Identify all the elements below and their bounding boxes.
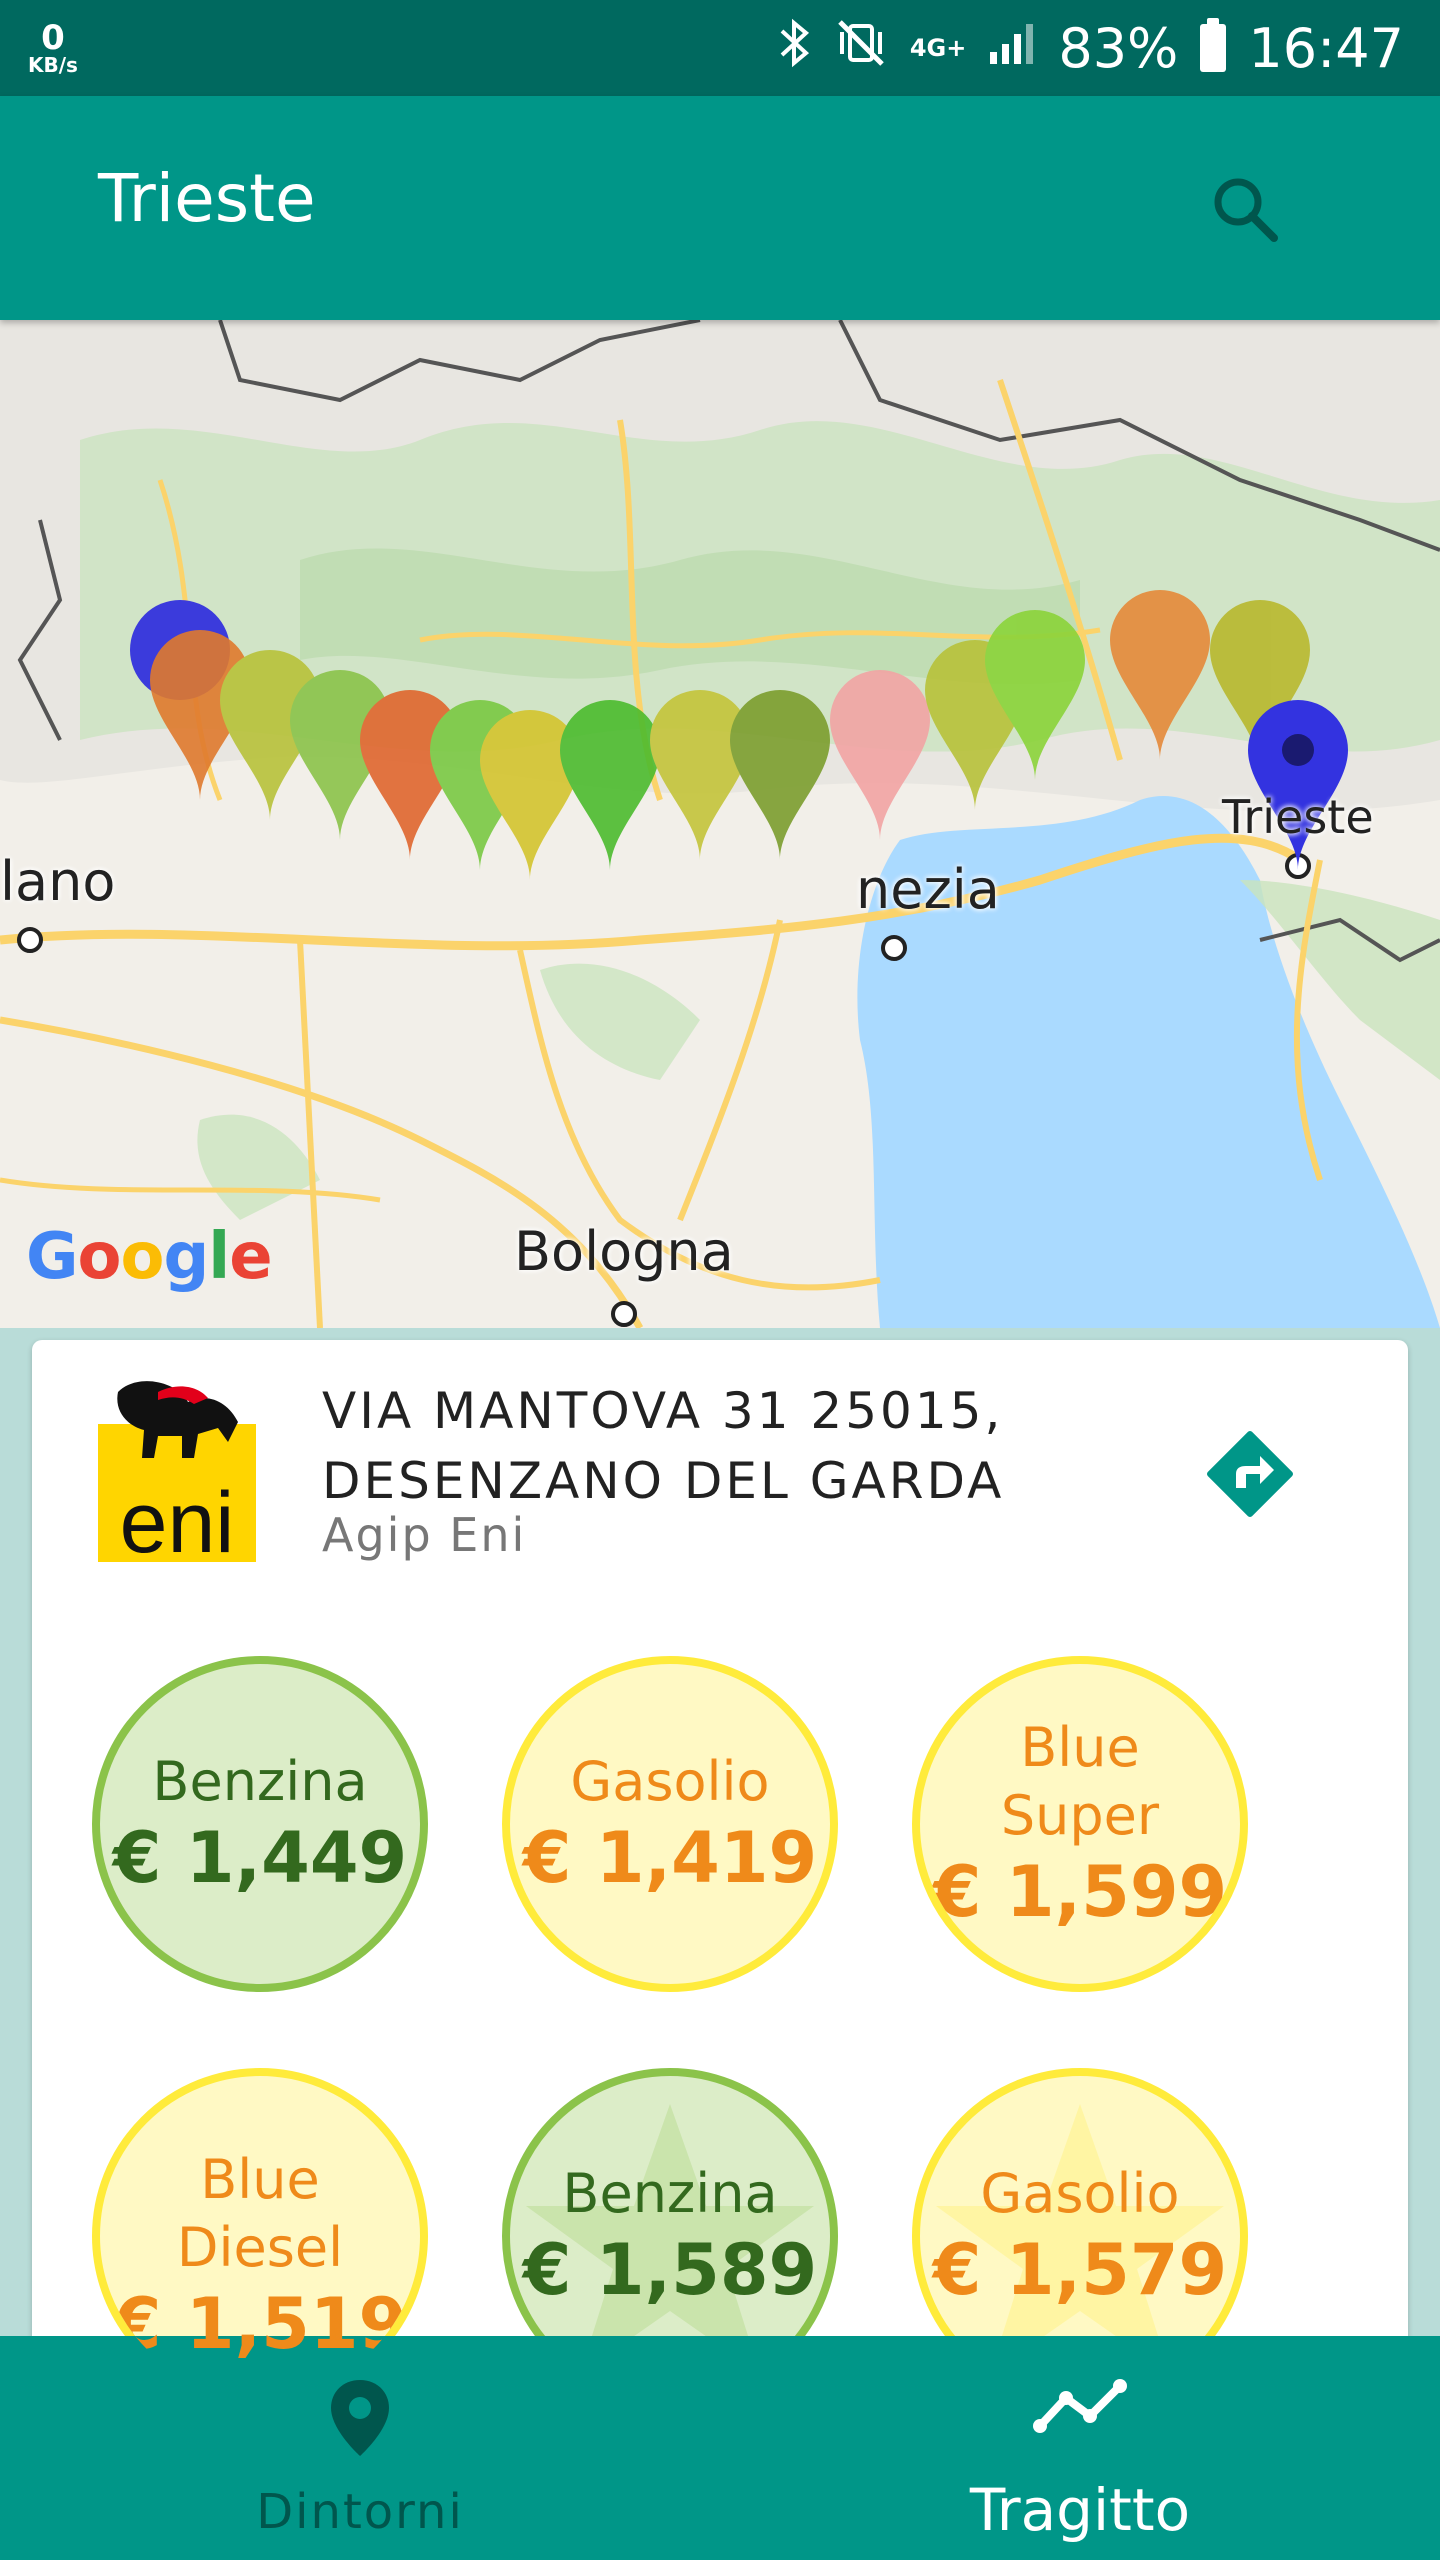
price-gasolio[interactable]: Gasolio € 1,419 <box>502 1656 838 1992</box>
station-address-line1: VIA MANTOVA 31 25015, <box>322 1382 1004 1440</box>
network-speed-unit: KB/s <box>28 53 78 77</box>
network-speed-value: 0 <box>41 18 65 58</box>
station-address-line2: DESENZANO DEL GARDA <box>322 1452 1005 1510</box>
station-brand: Agip Eni <box>322 1508 527 1562</box>
price-benzina-premium[interactable]: Benzina € 1,589 <box>502 2068 838 2370</box>
status-icons: 4G+ 83% 16:47 <box>778 17 1404 80</box>
eni-logo: eni <box>98 1372 256 1571</box>
fuel-price-value: € 1,449 <box>112 1817 408 1899</box>
clock: 16:47 <box>1248 16 1404 80</box>
fuel-type-label: Gasolio <box>980 2162 1180 2225</box>
directions-icon <box>1207 1431 1293 1517</box>
route-map[interactable]: lano nezia Trieste Bologna Google <box>0 320 1440 1328</box>
network-speed: 0 KB/s <box>28 21 78 75</box>
fuel-price-value: € 1,579 <box>932 2229 1228 2311</box>
route-trend-icon <box>1033 2379 1127 2433</box>
nav-label-dintorni: Dintorni <box>256 2484 464 2540</box>
google-attribution-logo: Google <box>26 1220 273 1294</box>
search-icon <box>1214 178 1278 242</box>
price-blue-super[interactable]: Blue Super € 1,599 <box>912 1656 1248 1992</box>
map-label-trieste: Trieste <box>1222 790 1374 844</box>
station-card[interactable]: eni VIA MANTOVA 31 25015, DESENZANO DEL … <box>32 1340 1408 2370</box>
fuel-type-label: Gasolio <box>570 1750 770 1813</box>
page-title: Trieste <box>98 160 316 237</box>
network-type: 4G+ <box>909 34 967 62</box>
battery-icon <box>1200 18 1227 72</box>
price-blue-diesel[interactable]: Blue Diesel € 1,519 <box>92 2068 428 2370</box>
directions-button[interactable] <box>1202 1426 1298 1522</box>
fuel-price-value: € 1,419 <box>522 1817 818 1899</box>
location-pin-icon <box>331 2380 389 2456</box>
signal-icon <box>988 20 1036 77</box>
price-benzina[interactable]: Benzina € 1,449 <box>92 1656 428 1992</box>
fuel-type-label: Benzina <box>152 1750 368 1813</box>
bluetooth-icon <box>778 17 812 80</box>
fuel-price-value: € 1,519 <box>112 2283 408 2365</box>
map-label-venezia: nezia <box>856 858 1000 921</box>
nav-item-dintorni[interactable]: Dintorni <box>0 2336 720 2560</box>
fuel-type-label: Benzina <box>562 2162 778 2225</box>
fuel-price-value: € 1,599 <box>932 1851 1228 1933</box>
battery-percent: 83% <box>1058 16 1179 80</box>
price-gasolio-premium[interactable]: Gasolio € 1,579 <box>912 2068 1248 2370</box>
fuel-price-value: € 1,589 <box>522 2229 818 2311</box>
map-label-milano: lano <box>0 850 116 913</box>
eni-logo-text: eni <box>120 1475 235 1562</box>
bottom-navigation: Dintorni Tragitto <box>0 2336 1440 2560</box>
fuel-type-label: Blue Diesel <box>176 2148 344 2279</box>
status-bar: 0 KB/s 4G+ 83% 16:47 <box>0 0 1440 96</box>
nav-label-tragitto: Tragitto <box>969 2476 1191 2544</box>
nav-item-tragitto[interactable]: Tragitto <box>720 2336 1440 2560</box>
map-label-bologna: Bologna <box>514 1220 734 1283</box>
app-bar: Trieste <box>0 96 1440 320</box>
search-button[interactable] <box>1198 162 1294 258</box>
vibrate-mute-icon <box>834 18 888 79</box>
fuel-price-grid: Benzina € 1,449 Gasolio € 1,419 Blue Sup… <box>32 1656 1408 2370</box>
fuel-type-label: Blue Super <box>1000 1716 1160 1847</box>
station-address: VIA MANTOVA 31 25015, DESENZANO DEL GARD… <box>322 1376 1202 1516</box>
